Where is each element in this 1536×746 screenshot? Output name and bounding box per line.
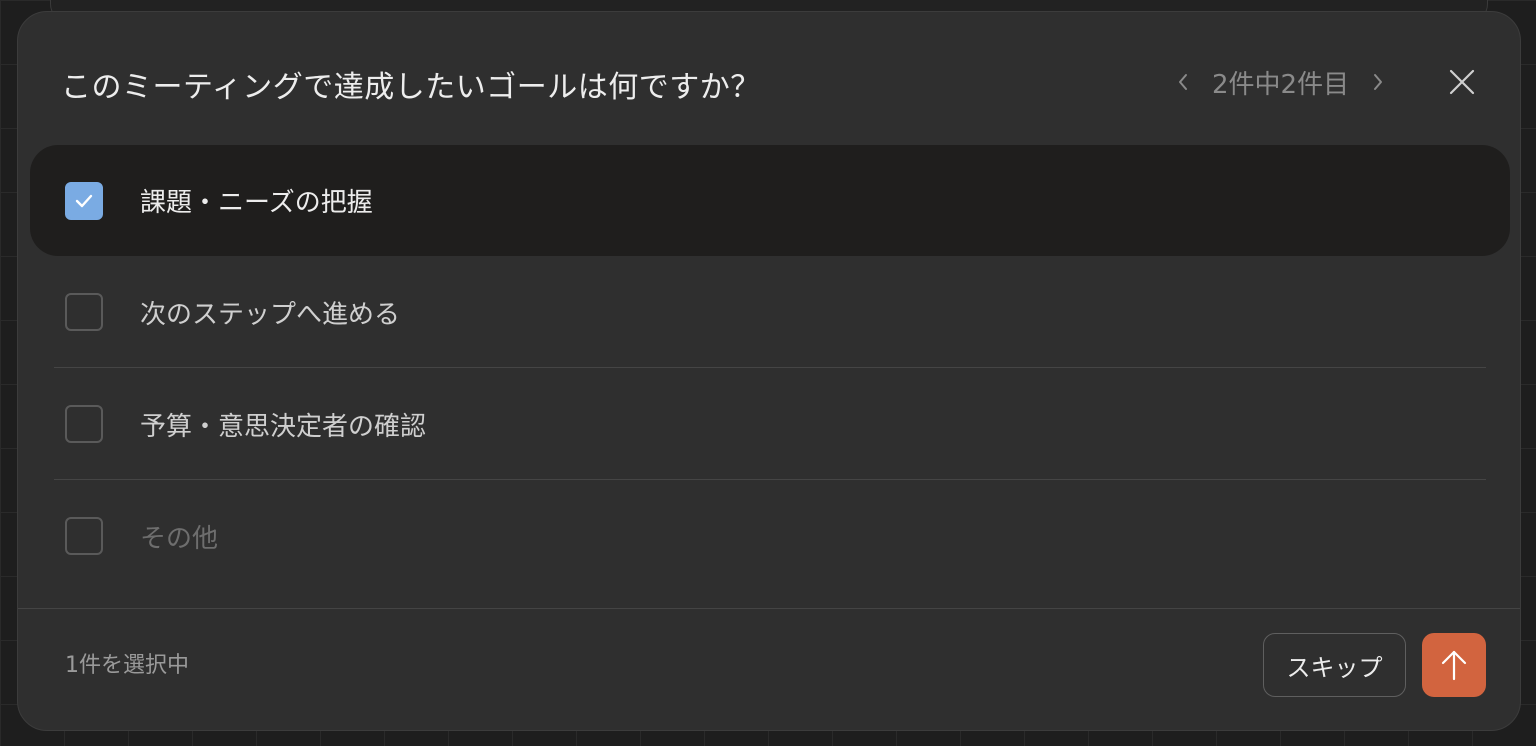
option-label: 予算・意思決定者の確認 [140,411,427,442]
option-item-next-step[interactable]: 次のステップへ進める [30,256,1510,368]
option-label: 次のステップへ進める [140,299,401,330]
option-list: 課題・ニーズの把握 次のステップへ進める 予算・意思決定者の確認 その他 [30,145,1510,592]
option-checkbox[interactable] [65,405,103,443]
dialog-title: このミーティングで達成したいゴールは何ですか？ [61,70,761,105]
option-checkbox[interactable] [65,293,103,331]
option-checkbox[interactable] [65,181,103,220]
selected-count: 1件を選択中 [65,653,189,678]
close-button[interactable] [1442,62,1482,102]
pager: 2件中2件目 [1168,64,1393,100]
chevron-right-icon [1374,74,1383,90]
pager-count: 2件中2件目 [1212,69,1350,100]
dialog-header: このミーティングで達成したいゴールは何ですか？ 2件中2件目 [18,12,1520,142]
checkmark-icon [75,194,93,207]
submit-button[interactable] [1422,633,1486,697]
option-item-needs[interactable]: 課題・ニーズの把握 [30,145,1510,256]
option-label: 課題・ニーズの把握 [140,188,373,218]
close-icon [1449,69,1475,95]
question-dialog: このミーティングで達成したいゴールは何ですか？ 2件中2件目 課題・ニーズの把握… [17,11,1521,731]
pager-prev-button[interactable] [1168,64,1198,100]
option-checkbox[interactable] [65,517,103,555]
skip-button[interactable]: スキップ [1263,633,1406,697]
option-label: その他 [140,523,219,554]
chevron-left-icon [1179,74,1187,90]
option-item-other[interactable]: その他 [30,480,1510,592]
dialog-footer: 1件を選択中 スキップ [18,608,1520,730]
option-item-budget[interactable]: 予算・意思決定者の確認 [30,368,1510,480]
arrow-up-icon [1441,650,1467,681]
pager-next-button[interactable] [1363,64,1393,100]
